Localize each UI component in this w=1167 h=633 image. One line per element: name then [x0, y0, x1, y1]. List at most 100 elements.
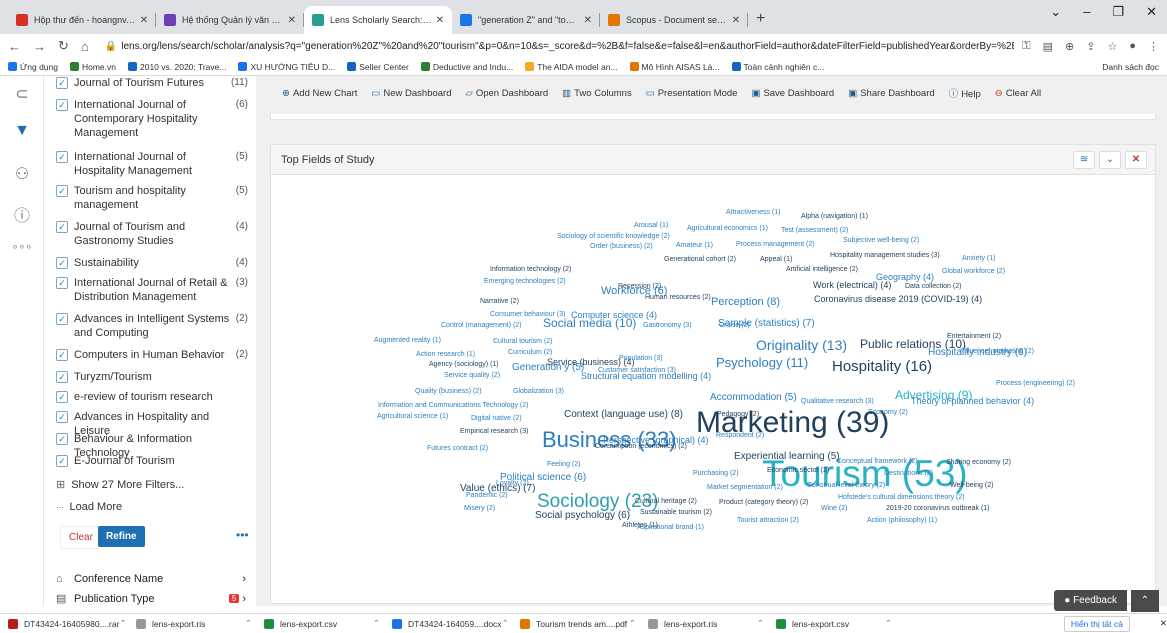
browser-tab[interactable]: Scopus - Document search result ✕ [600, 6, 748, 34]
wordcloud-term[interactable]: Agricultural science (1) [377, 413, 448, 420]
wordcloud-term[interactable]: Generational cohort (2) [664, 256, 736, 263]
filter-item[interactable]: ✓ Journal of Tourism and Gastronomy Studi… [44, 220, 256, 248]
filter-item[interactable]: ✓ E-Journal of Tourism [44, 454, 256, 468]
wordcloud-term[interactable]: Action research (1) [416, 351, 475, 358]
filter-item[interactable]: ✓ e-review of tourism research [44, 390, 256, 404]
wordcloud-term[interactable]: Wine (2) [821, 505, 847, 512]
wordcloud-term[interactable]: Economy (2) [868, 409, 908, 416]
wordcloud-term[interactable]: Artificial intelligence (2) [786, 266, 858, 273]
wordcloud-term[interactable]: Perception (8) [711, 296, 780, 308]
wordcloud-term[interactable]: Consumer behaviour (3) [490, 311, 565, 318]
close-icon[interactable]: ✕ [1160, 618, 1167, 629]
facet-publication-type[interactable]: ▤ Publication Type 5 › [56, 592, 246, 606]
wordcloud-term[interactable]: Construal level theory (2) [807, 482, 885, 489]
wordcloud-term[interactable]: Recession (2) [618, 283, 661, 290]
wordcloud-term[interactable]: Entertainment (2) [947, 333, 1001, 340]
wordcloud-term[interactable]: Quality (business) (2) [415, 388, 482, 395]
home-icon[interactable]: ⌂ [81, 39, 89, 54]
wordcloud-term[interactable]: Hofstede's cultural dimensions theory (2… [838, 494, 965, 501]
wordcloud-term[interactable]: Global workforce (2) [942, 268, 1005, 275]
close-icon[interactable]: ✕ [1146, 4, 1157, 20]
filter-item[interactable]: ✓ Advances in Intelligent Systems and Com… [44, 312, 256, 340]
wordcloud-term[interactable]: Data collection (2) [905, 283, 961, 290]
bookmark-item[interactable]: Mô Hình AISAS Là... [629, 61, 720, 72]
checkbox[interactable]: ✓ [56, 349, 68, 361]
wordcloud-term[interactable]: Gastronomy (3) [643, 322, 692, 329]
new-tab-button[interactable]: + [756, 10, 765, 28]
avatar[interactable]: ● [1129, 40, 1136, 53]
wordcloud-term[interactable]: Sustainable tourism (2) [640, 509, 712, 516]
wordcloud-term[interactable]: Digital native (2) [471, 415, 522, 422]
share-icon[interactable]: ⇪ [1086, 40, 1095, 53]
checkbox[interactable]: ✓ [56, 185, 68, 197]
close-tab-icon[interactable]: ✕ [436, 15, 444, 26]
wordcloud-term[interactable]: Anxiety (1) [962, 255, 995, 262]
wordcloud-term[interactable]: Originality (13) [756, 337, 847, 353]
chevron-down-icon[interactable]: ⌄ [1099, 151, 1121, 169]
checkbox[interactable]: ✓ [56, 371, 68, 383]
share-dashboard-button[interactable]: ▣ Share Dashboard [848, 88, 934, 99]
wordcloud-term[interactable]: Misery (2) [464, 505, 495, 512]
key-icon[interactable]: ⚿ [1022, 40, 1030, 53]
wordcloud-term[interactable]: Product (category theory) (2) [719, 499, 808, 506]
download-item[interactable]: lens-export.csv ⌃ [776, 618, 898, 629]
close-tab-icon[interactable]: ✕ [140, 15, 148, 26]
wordcloud-term[interactable]: Globalization (3) [513, 388, 564, 395]
wordcloud-term[interactable]: Narrative (2) [480, 298, 519, 305]
wordcloud-term[interactable]: Accommodation (5) [710, 392, 797, 403]
wordcloud-term[interactable]: Cruise (2) [719, 322, 750, 329]
add-new-chart-button[interactable]: ⊕ Add New Chart [282, 88, 357, 99]
close-panel-icon[interactable]: ✕ [1125, 151, 1147, 169]
reload-icon[interactable]: ↻ [58, 38, 69, 54]
checkbox[interactable]: ✓ [56, 77, 68, 89]
checkbox[interactable]: ✓ [56, 257, 68, 269]
info-icon[interactable]: ⓘ [10, 202, 34, 226]
wordcloud-term[interactable]: Influencer marketing (2) [960, 348, 1034, 355]
wordcloud-term[interactable]: Hospitality management studies (3) [830, 252, 940, 259]
bookmark-item[interactable]: Home.vn [69, 61, 116, 72]
show-all-downloads[interactable]: Hiển thị tất cả [1063, 615, 1130, 632]
back-icon[interactable]: ← [8, 39, 21, 54]
checkbox[interactable]: ✓ [56, 391, 68, 403]
chevron-up-icon[interactable]: ⌃ [245, 618, 252, 629]
chevron-down-icon[interactable]: ⌄ [1050, 4, 1061, 20]
url-field[interactable]: 🔒 lens.org/lens/search/scholar/analysis?q… [101, 41, 1014, 52]
wordcloud-term[interactable]: Well-being (2) [950, 482, 993, 489]
collapse-icon[interactable]: ⊂ [10, 84, 34, 104]
download-item[interactable]: DT43424-16405980....rar ⌃ [8, 618, 130, 629]
checkbox[interactable]: ✓ [56, 221, 68, 233]
more-icon[interactable]: ∘∘∘ [10, 240, 34, 253]
wordcloud-term[interactable]: Empirical research (3) [460, 428, 528, 435]
facet-conference-name[interactable]: ⌂ Conference Name › [56, 573, 246, 585]
checkbox[interactable]: ✓ [56, 277, 68, 289]
chevron-up-icon[interactable]: ⌃ [373, 618, 380, 629]
wordcloud-term[interactable]: Information and Communications Technolog… [378, 402, 528, 409]
wordcloud-term[interactable]: Computer science (4) [571, 310, 657, 320]
wordcloud-term[interactable]: Pandemic (2) [466, 492, 508, 499]
wordcloud-term[interactable]: Emerging technologies (2) [484, 278, 566, 285]
checkbox[interactable]: ✓ [56, 455, 68, 467]
wordcloud-term[interactable]: 2019-20 coronavirus outbreak (1) [886, 505, 990, 512]
show-more-filters[interactable]: ⊞ Show 27 More Filters... [44, 478, 196, 492]
bookmark-item[interactable]: Ứng dụng [8, 61, 58, 72]
download-item[interactable]: DT43424-164059....docx ⌃ [392, 618, 514, 629]
filter-item[interactable]: ✓ Journal of Tourism Futures (11) [44, 76, 256, 90]
load-more[interactable]: ∙∙∙ Load More [44, 501, 134, 513]
clear-all-button[interactable]: ⊖ Clear All [995, 88, 1041, 99]
wordcloud-term[interactable]: Service quality (2) [444, 372, 500, 379]
presentation-mode-button[interactable]: ▭ Presentation Mode [646, 88, 738, 99]
help-button[interactable]: ⓘ Help [949, 86, 981, 100]
wordcloud-term[interactable]: Alpha (navigation) (1) [801, 213, 868, 220]
checkbox[interactable]: ✓ [56, 313, 68, 325]
wordcloud-term[interactable]: Amateur (1) [676, 242, 713, 249]
wordcloud-term[interactable]: Qualitative research (3) [801, 398, 874, 405]
wordcloud-term[interactable]: Customer satisfaction (3) [598, 367, 676, 374]
wordcloud-term[interactable]: Market segmentation (2) [707, 484, 783, 491]
wordcloud-term[interactable]: Futures contract (2) [427, 445, 488, 452]
new-dashboard-button[interactable]: ▭ New Dashboard [371, 88, 451, 99]
checkbox[interactable]: ✓ [56, 411, 68, 423]
browser-tab[interactable]: Hộp thư đến - hoangnv.svhttdl@ ✕ [8, 6, 156, 34]
bookmark-item[interactable]: Seller Center [347, 61, 409, 72]
feedback-button[interactable]: ● Feedback [1054, 590, 1127, 611]
wordcloud-term[interactable]: Social psychology (6) [535, 510, 630, 521]
